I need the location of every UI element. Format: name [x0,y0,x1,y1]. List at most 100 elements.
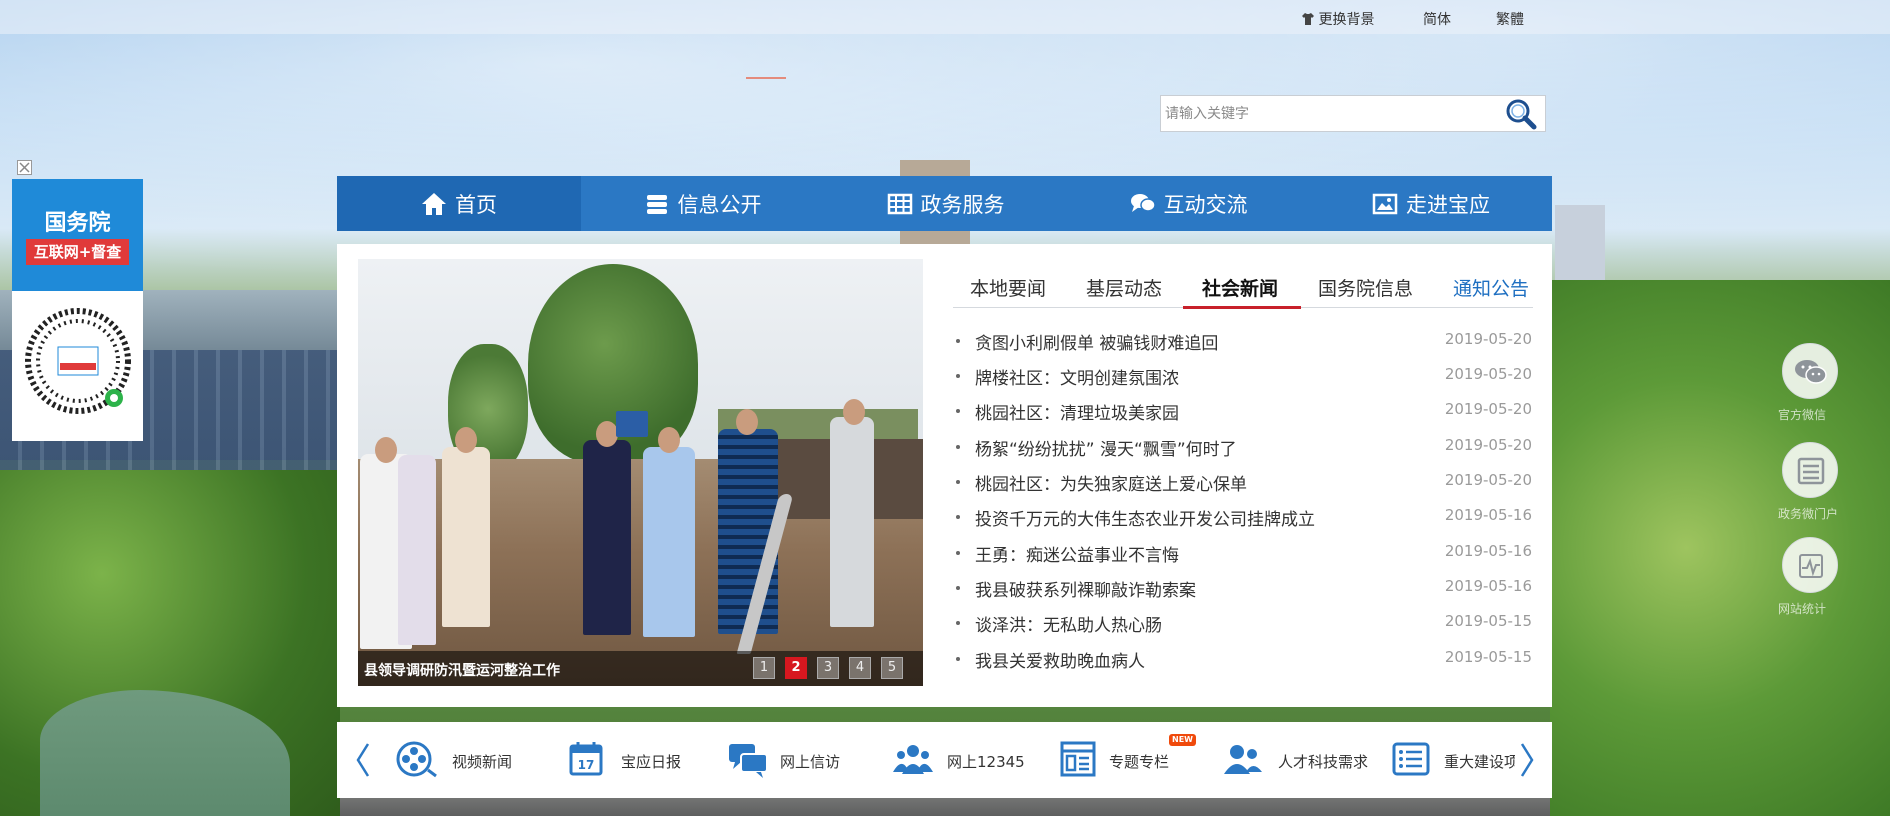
bullet [956,480,960,484]
news-date: 2019-05-16 [1444,542,1532,560]
site-statistics-button[interactable] [1782,537,1838,593]
close-ad-button[interactable] [17,160,32,175]
micro-portal-button[interactable] [1782,442,1838,498]
slide-person-head [843,399,865,425]
shortcut-online-12345[interactable]: 网上12345 [892,738,1032,782]
traditional-chinese-link[interactable]: 繁體 [1496,9,1524,29]
news-date: 2019-05-15 [1444,612,1532,630]
bullet [956,374,960,378]
slide-person-head [596,421,618,447]
close-icon [17,160,32,175]
search-input[interactable] [1165,102,1485,126]
tab-grassroots[interactable]: 基层动态 [1086,274,1162,301]
qr-code-icon [25,308,131,414]
news-slideshow[interactable]: 县领导调研防汛暨运河整治工作 1 2 3 4 5 [358,259,923,686]
quick-links-bar: 视频新闻 17 宝应日报 网上信访 网上12345 专题专栏 NEW 人才科技需… [337,722,1552,798]
nav-government-services[interactable]: 政务服务 [824,176,1067,231]
news-item[interactable]: 桃园社区：清理垃圾美家园 2019-05-20 [952,399,1532,425]
scroll-left-button[interactable] [353,740,373,780]
list-icon [1392,742,1430,776]
news-title[interactable]: 我县关爱救助晚血病人 [975,647,1145,672]
grid-icon [887,193,912,214]
news-item[interactable]: 牌楼社区：文明创建氛围浓 2019-05-20 [952,364,1532,390]
shortcut-video-news[interactable]: 视频新闻 [395,738,545,782]
ad-banner: 国务院 互联网+督查 [12,179,143,291]
shortcut-label: 网上信访 [780,753,841,771]
simplified-chinese-link[interactable]: 简体 [1423,9,1451,29]
slide-page-4[interactable]: 4 [849,657,871,679]
search-button[interactable] [1503,98,1543,130]
nav-about-baoying[interactable]: 走进宝应 [1310,176,1552,231]
search-icon [1506,99,1537,130]
change-background-link[interactable]: 更换背景 [1302,9,1374,29]
bullet [956,657,960,661]
news-date: 2019-05-20 [1444,471,1532,489]
news-date: 2019-05-15 [1444,648,1532,666]
news-title[interactable]: 杨絮“纷纷扰扰” 漫天“飘雪”何时了 [975,435,1237,460]
bullet [956,339,960,343]
news-item[interactable]: 谈泽洪：无私助人热心肠 2019-05-15 [952,611,1532,637]
shortcut-label: 人才科技需求 [1278,753,1369,771]
nav-interaction[interactable]: 互动交流 [1067,176,1310,231]
ad-subtitle: 互联网+督查 [26,239,129,265]
chat-icon [1130,193,1156,212]
nav-info-disclosure-label: 信息公开 [677,192,762,217]
news-item[interactable]: 桃园社区：为失独家庭送上爱心保单 2019-05-20 [952,470,1532,496]
chevron-left-icon [356,743,370,777]
shirt-icon [1302,13,1314,25]
shortcut-special-topics[interactable]: 专题专栏 NEW [1057,734,1207,782]
shortcut-major-projects[interactable]: 重大建设项 [1390,738,1515,782]
news-title[interactable]: 牌楼社区：文明创建氛围浓 [975,364,1179,389]
tab-social-news[interactable]: 社会新闻 [1202,274,1278,301]
news-title[interactable]: 谈泽洪：无私助人热心肠 [975,611,1162,636]
chart-icon [1799,554,1823,578]
nav-government-services-label: 政务服务 [920,192,1005,217]
active-tab-indicator [1183,306,1301,309]
bullet [956,621,960,625]
news-item[interactable]: 杨絮“纷纷扰扰” 漫天“飘雪”何时了 2019-05-20 [952,435,1532,461]
tab-notices[interactable]: 通知公告 [1453,274,1529,301]
scroll-right-button[interactable] [1517,740,1537,780]
news-item[interactable]: 我县关爱救助晚血病人 2019-05-15 [952,647,1532,673]
nav-interaction-label: 互动交流 [1163,192,1248,217]
background-park [1550,280,1890,816]
slide-person-head [375,437,397,463]
shortcut-online-petition[interactable]: 网上信访 [727,738,857,782]
nav-home[interactable]: 首页 [337,176,581,231]
image-icon [1372,193,1398,214]
shortcut-label: 重大建设项 [1444,753,1515,771]
news-title[interactable]: 王勇：痴迷公益事业不言悔 [975,541,1179,566]
slide-page-3[interactable]: 3 [817,657,839,679]
bullet [956,586,960,590]
slide-person [442,447,490,627]
news-item[interactable]: 我县破获系列裸聊敲诈勒索案 2019-05-16 [952,576,1532,602]
slide-person [830,417,874,627]
news-item[interactable]: 王勇：痴迷公益事业不言悔 2019-05-16 [952,541,1532,567]
news-date: 2019-05-20 [1444,436,1532,454]
shortcut-talent-tech[interactable]: 人才科技需求 [1222,738,1382,782]
slide-caption[interactable]: 县领导调研防汛暨运河整治工作 [364,660,560,680]
slide-page-5[interactable]: 5 [881,657,903,679]
news-item[interactable]: 投资千万元的大伟生态农业开发公司挂牌成立 2019-05-16 [952,505,1532,531]
svg-text:17: 17 [578,758,595,772]
tab-state-council[interactable]: 国务院信息 [1318,274,1413,301]
bullet [956,551,960,555]
news-title[interactable]: 我县破获系列裸聊敲诈勒索案 [975,576,1196,601]
tab-local-news[interactable]: 本地要闻 [970,274,1046,301]
news-title[interactable]: 贪图小利刷假单 被骗钱财难追回 [975,329,1218,354]
shortcut-label: 专题专栏 [1109,753,1170,771]
nav-info-disclosure[interactable]: 信息公开 [581,176,824,231]
state-council-ad[interactable]: 国务院 互联网+督查 [12,179,143,441]
slide-person-head [658,427,680,453]
news-title[interactable]: 桃园社区：为失独家庭送上爱心保单 [975,470,1247,495]
news-title[interactable]: 投资千万元的大伟生态农业开发公司挂牌成立 [975,505,1315,530]
news-title[interactable]: 桃园社区：清理垃圾美家园 [975,399,1179,424]
news-item[interactable]: 贪图小利刷假单 被骗钱财难追回 2019-05-20 [952,329,1532,355]
slide-person-head [455,427,477,453]
top-utility-bar: 更换背景 简体 繁體 [0,0,1890,34]
wechat-button[interactable] [1782,343,1838,399]
main-navigation: 首页 信息公开 政务服务 互动交流 走进宝应 [337,176,1552,231]
slide-page-1[interactable]: 1 [753,657,775,679]
slide-page-2[interactable]: 2 [785,657,807,679]
shortcut-baoying-daily[interactable]: 17 宝应日报 [565,738,695,782]
